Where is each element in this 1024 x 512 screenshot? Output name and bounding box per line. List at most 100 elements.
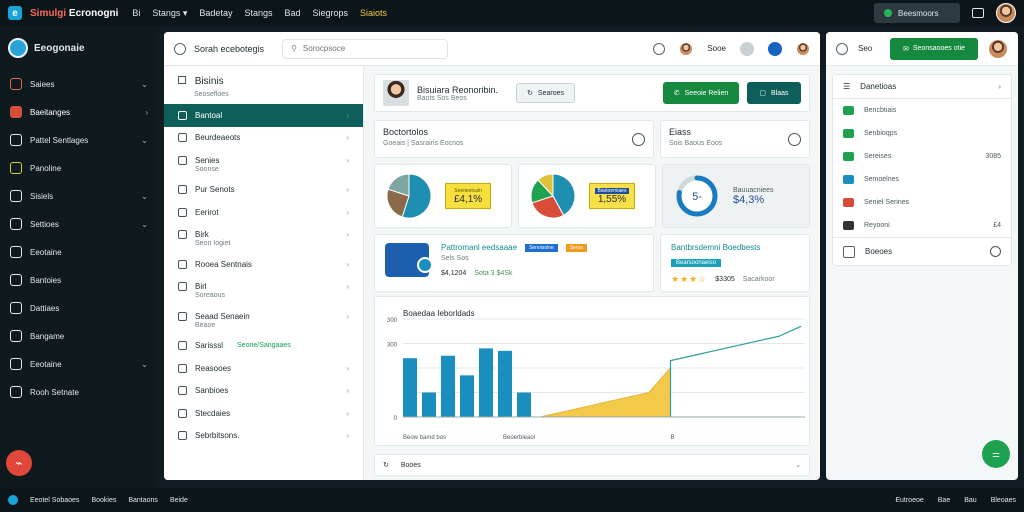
app-logo[interactable]: e [8,6,22,20]
subnav-item[interactable]: Rooea Sentnais › [164,253,363,276]
search-input[interactable] [302,44,423,53]
sidebar-item[interactable]: Saiees ⌄ [0,70,158,98]
right-avatar[interactable] [988,38,1008,59]
clock-icon[interactable] [653,42,666,55]
stat-card[interactable]: Bavtoemiaes 1,55% [518,164,656,228]
top-menu-item[interactable]: Stangs [244,8,272,19]
status-item[interactable]: Eutroeoe [895,497,923,504]
profile-name: Bisuiara Reonoribin. [417,84,499,95]
stat-label: Bauuacniees [733,186,774,194]
right-list-item[interactable]: Reyooni £4 [833,214,1011,237]
status-chip[interactable]: Beesmoors [874,3,960,23]
header-avatar[interactable] [679,41,694,56]
right-footer[interactable]: Boeoes [833,237,1011,265]
promo-card[interactable]: Pattromanl eedsaaae Senoisoine Seros Sel… [374,234,654,292]
profile-avatar[interactable] [796,41,810,56]
primary-button[interactable]: ✆ Seeoie Relien [663,82,739,104]
sidebar-item[interactable]: Settioes ⌄ [0,210,158,238]
refresh-icon: ↻ [383,462,389,469]
item-icon [178,363,187,373]
subnav-item[interactable]: Pur Senots › [164,179,363,202]
section-card[interactable]: Boctortolos Goeais | Sasrairis Eocnos [374,120,654,158]
right-panel: Seo ✉ Seonsaooes otie ☰ Danetioas › Benc… [826,32,1018,480]
accordion-row[interactable]: ↻ Booes ⌄ [374,454,810,476]
right-list-item[interactable]: Sereises 3085 [833,145,1011,168]
search-box[interactable]: ⚲ [282,38,449,59]
sidebar-item[interactable]: Pattel Sentlages ⌄ [0,126,158,154]
user-avatar[interactable] [996,3,1016,23]
pie-chart [530,173,576,219]
top-menu-item[interactable]: Stangs ▾ [152,8,187,19]
chart-title: Boaedaa Ieborldads [403,309,475,318]
promo-card[interactable]: Bantbrsdemni Boedbests Bearsooriaeiso ★★… [660,234,810,292]
timer-icon[interactable] [788,133,801,146]
section-subtitle: Sois Baous Eoos [669,140,723,147]
secondary-button[interactable]: ↻ Searoes [516,83,575,103]
window-icon[interactable] [972,8,984,18]
status-item[interactable]: Bantaons [128,497,158,504]
add-fab-button[interactable]: = [982,440,1010,468]
subnav-item[interactable]: Sarisssl Seone/Sangaaes [164,335,363,358]
subnav-item[interactable]: Eerirot › [164,201,363,224]
subnav-item[interactable]: Sebrbitsons. › [164,425,363,448]
sidebar-item[interactable]: Eeotaine [0,238,158,266]
list-item-icon [843,221,854,230]
timer-icon[interactable] [632,133,645,146]
sidebar-item-icon [10,302,22,314]
subnav-item[interactable]: Beurdeaeots › [164,127,363,150]
sidebar-item-label: Sisiels [30,191,54,201]
app-icon[interactable] [8,38,28,58]
top-menu-item[interactable]: Siaiots [360,8,387,19]
subnav-item[interactable]: Sanbioes › [164,380,363,403]
teal-button[interactable]: ▢ Blaas [747,82,801,104]
sidebar-item[interactable]: Rooh Setnate [0,378,158,406]
item-icon [178,431,187,441]
quick-action-button[interactable]: ⌁ [6,450,32,476]
status-item[interactable]: Beide [170,497,188,504]
top-menu-item[interactable]: Bi [132,8,140,19]
subnav-item[interactable]: Stecdaies › [164,402,363,425]
top-menu-item[interactable]: Siegrops [313,8,349,19]
back-icon[interactable] [174,42,186,55]
sidebar-item[interactable]: Panoline [0,154,158,182]
status-item[interactable]: Bau [964,497,976,504]
right-list-item[interactable]: Senbioqps [833,122,1011,145]
link-icon[interactable] [990,246,1001,257]
notification-icon[interactable] [768,41,782,56]
right-list-header[interactable]: ☰ Danetioas › [833,75,1011,99]
right-list-item[interactable]: Bencbtiais [833,99,1011,122]
sidebar-item-icon [10,162,22,174]
header-user-label[interactable]: Sooe [707,44,726,53]
right-list-item[interactable]: Semoelnes [833,168,1011,191]
right-action-button[interactable]: ✉ Seonsaooes otie [890,37,978,60]
status-item[interactable]: Bae [938,497,950,504]
subnav-item-label: Reasooes [195,363,232,373]
settings-icon[interactable] [740,41,754,56]
clock-icon[interactable] [836,42,848,55]
section-card[interactable]: Eiass Sois Baous Eoos [660,120,810,158]
subnav-item[interactable]: Bantoal › [164,104,363,127]
sidebar-item[interactable]: Baeitanges › [0,98,158,126]
sidebar-item-icon [10,330,22,342]
item-icon [178,386,187,396]
list-item-icon [843,106,854,115]
sidebar-item[interactable]: Eeotaine ⌄ [0,350,158,378]
stat-card[interactable]: Seeoeeicaln £4,1% [374,164,512,228]
subnav-item[interactable]: Reasooes › [164,357,363,380]
subnav-item-label: Beurdeaeots [195,133,241,143]
stat-card[interactable]: 5- Bauuacniees $4,3% [662,164,810,228]
sidebar-item[interactable]: Sisiels ⌄ [0,182,158,210]
status-item[interactable]: Bookies [91,497,116,504]
right-footer-label: Boeoes [865,247,893,256]
sidebar-item-icon [10,134,22,146]
top-menu-item[interactable]: Badetay [199,8,232,19]
list-item-icon [843,129,854,138]
right-list-item[interactable]: Seniel Serines [833,191,1011,214]
sidebar-item[interactable]: Bangame [0,322,158,350]
list-item-icon [843,198,854,207]
top-menu-item[interactable]: Bad [284,8,300,19]
sidebar-item[interactable]: Dattiaes [0,294,158,322]
status-item[interactable]: Eeotel Sobaoes [30,497,79,504]
sidebar-item[interactable]: Bantoies [0,266,158,294]
status-item[interactable]: Bleoaes [991,497,1016,504]
